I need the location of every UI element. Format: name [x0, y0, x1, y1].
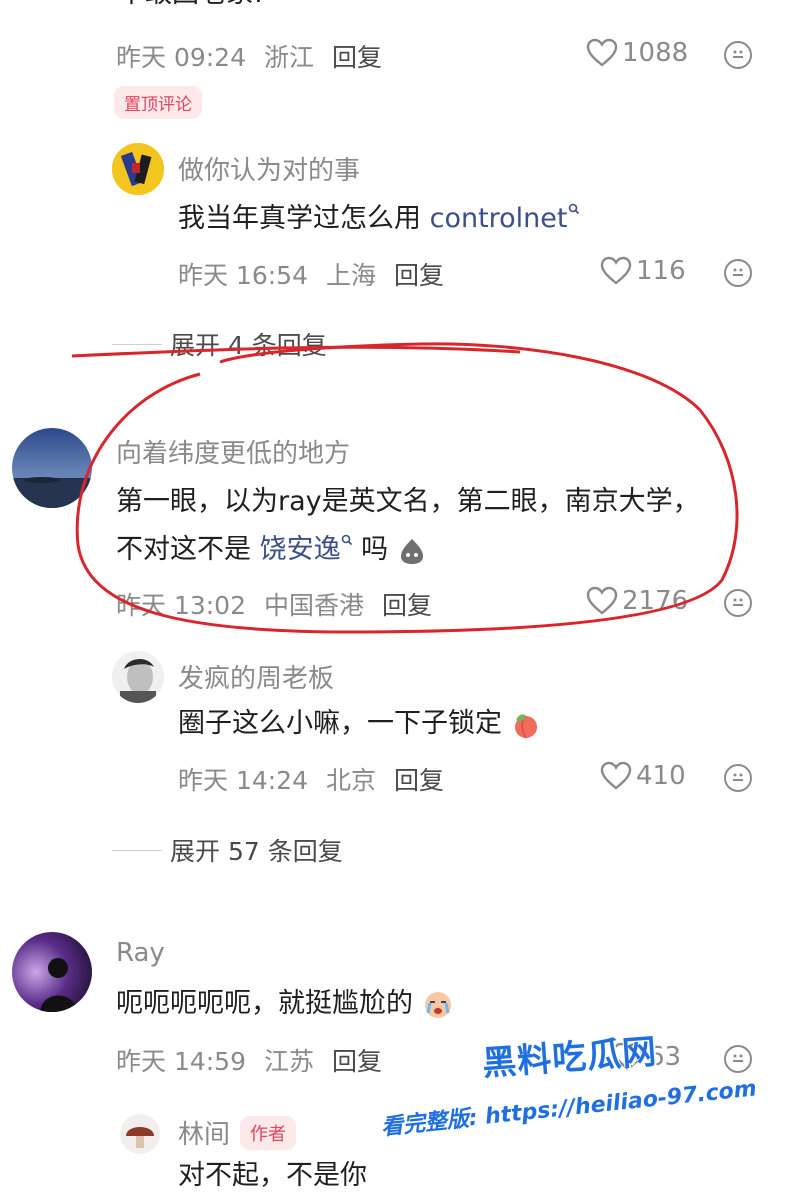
comment-username[interactable]: 发疯的周老板	[178, 658, 334, 695]
watermark-url: 看完整版: https://heiliao-97.com	[379, 1076, 758, 1141]
comment-meta: 昨天 16:54 上海 回复	[178, 256, 444, 292]
avatar[interactable]	[120, 1114, 160, 1154]
comment-text: 对不起，不是你	[178, 1160, 367, 1191]
comment-location: 北京	[326, 766, 377, 795]
divider-line	[112, 849, 162, 851]
comment-header: 林间 作者	[178, 1114, 297, 1151]
reply-button[interactable]: 回复	[332, 38, 382, 74]
comment-text: 呃呃呃呃呃，就挺尴尬的	[116, 980, 454, 1028]
emoji-reply-button[interactable]	[724, 764, 752, 792]
comment-meta: 昨天 14:59 江苏 回复	[116, 1042, 382, 1078]
reply-button[interactable]: 回复	[394, 761, 444, 797]
search-link[interactable]: 饶安逸	[260, 534, 341, 565]
avatar-image	[112, 651, 164, 703]
comment-text: 不敢回老家!	[118, 0, 264, 18]
comment-time: 昨天 14:59	[116, 1047, 246, 1076]
reply-button[interactable]: 回复	[394, 256, 444, 292]
sweat-emoji-icon	[400, 538, 423, 564]
emoji-icon	[733, 1054, 743, 1062]
search-link[interactable]: controlnet	[430, 203, 568, 234]
emoji-icon	[733, 598, 743, 606]
comment-username[interactable]: Ray	[116, 938, 165, 968]
emoji-reply-button[interactable]	[724, 259, 752, 287]
comment-meta: 昨天 13:02 中国香港 回复	[116, 586, 432, 622]
avatar[interactable]	[12, 932, 92, 1012]
like-count: 1088	[622, 38, 689, 68]
comment-time: 昨天 16:54	[178, 261, 308, 290]
reply-button[interactable]: 回复	[332, 1042, 382, 1078]
like-button[interactable]: 1088	[586, 38, 688, 68]
heart-icon	[586, 38, 618, 67]
expand-replies-label: 展开 4 条回复	[170, 331, 327, 360]
heart-icon	[586, 586, 618, 615]
emoji-reply-button[interactable]	[724, 41, 752, 69]
avatar-image	[12, 428, 92, 508]
avatar[interactable]	[12, 428, 92, 508]
mushroom-icon	[126, 1127, 154, 1148]
emoji-icon	[733, 773, 743, 781]
avatar[interactable]	[112, 143, 164, 195]
expand-replies-label: 展开 57 条回复	[170, 837, 343, 866]
avatar[interactable]	[112, 651, 164, 703]
divider-line	[112, 343, 162, 345]
like-button[interactable]: 410	[600, 761, 686, 791]
comment-username[interactable]: 林间	[178, 1114, 230, 1151]
like-count: 2176	[622, 586, 689, 616]
like-count: 116	[636, 256, 686, 286]
like-count: 410	[636, 761, 686, 791]
emoji-reply-button[interactable]	[724, 1045, 752, 1073]
comment-text: 我当年真学过怎么用 controlnet	[178, 195, 580, 243]
comment-location: 中国香港	[264, 591, 365, 620]
crying-emoji-icon	[424, 991, 451, 1018]
search-icon	[568, 203, 579, 215]
comment-time: 昨天 13:02	[116, 591, 246, 620]
watermark-title: 黑料吃瓜网	[481, 1031, 659, 1085]
comment-time: 昨天 09:24	[116, 43, 246, 72]
like-button[interactable]: 2176	[586, 586, 688, 616]
comment-meta: 昨天 14:24 北京 回复	[178, 761, 444, 797]
author-badge: 作者	[240, 1115, 297, 1150]
avatar-image	[12, 932, 92, 1012]
comment-text: 圈子这么小嘛，一下子锁定	[178, 700, 541, 748]
reply-button[interactable]: 回复	[382, 586, 432, 622]
heart-icon	[600, 761, 632, 790]
emoji-icon	[733, 268, 743, 276]
comment-meta: 昨天 09:24 浙江 回复	[116, 38, 382, 74]
expand-replies-button[interactable]: 展开 4 条回复	[112, 326, 327, 362]
comment-location: 上海	[326, 261, 377, 290]
comment-text: 第一眼，以为ray是英文名，第二眼，南京大学， 不对这不是 饶安逸 吗	[116, 486, 700, 565]
like-button[interactable]: 116	[600, 256, 686, 286]
comment-username[interactable]: 向着纬度更低的地方	[116, 433, 350, 470]
search-icon	[341, 534, 352, 546]
expand-replies-button[interactable]: 展开 57 条回复	[112, 832, 343, 868]
comment-username[interactable]: 做你认为对的事	[178, 150, 360, 187]
heart-icon	[600, 256, 632, 285]
emoji-icon	[733, 50, 743, 58]
pinned-badge: 置顶评论	[114, 86, 202, 119]
comment-location: 江苏	[264, 1047, 315, 1076]
emoji-reply-button[interactable]	[724, 589, 752, 617]
avatar-image	[112, 143, 164, 195]
comment-time: 昨天 14:24	[178, 766, 308, 795]
comment-location: 浙江	[264, 43, 315, 72]
peach-emoji-icon	[514, 713, 537, 738]
